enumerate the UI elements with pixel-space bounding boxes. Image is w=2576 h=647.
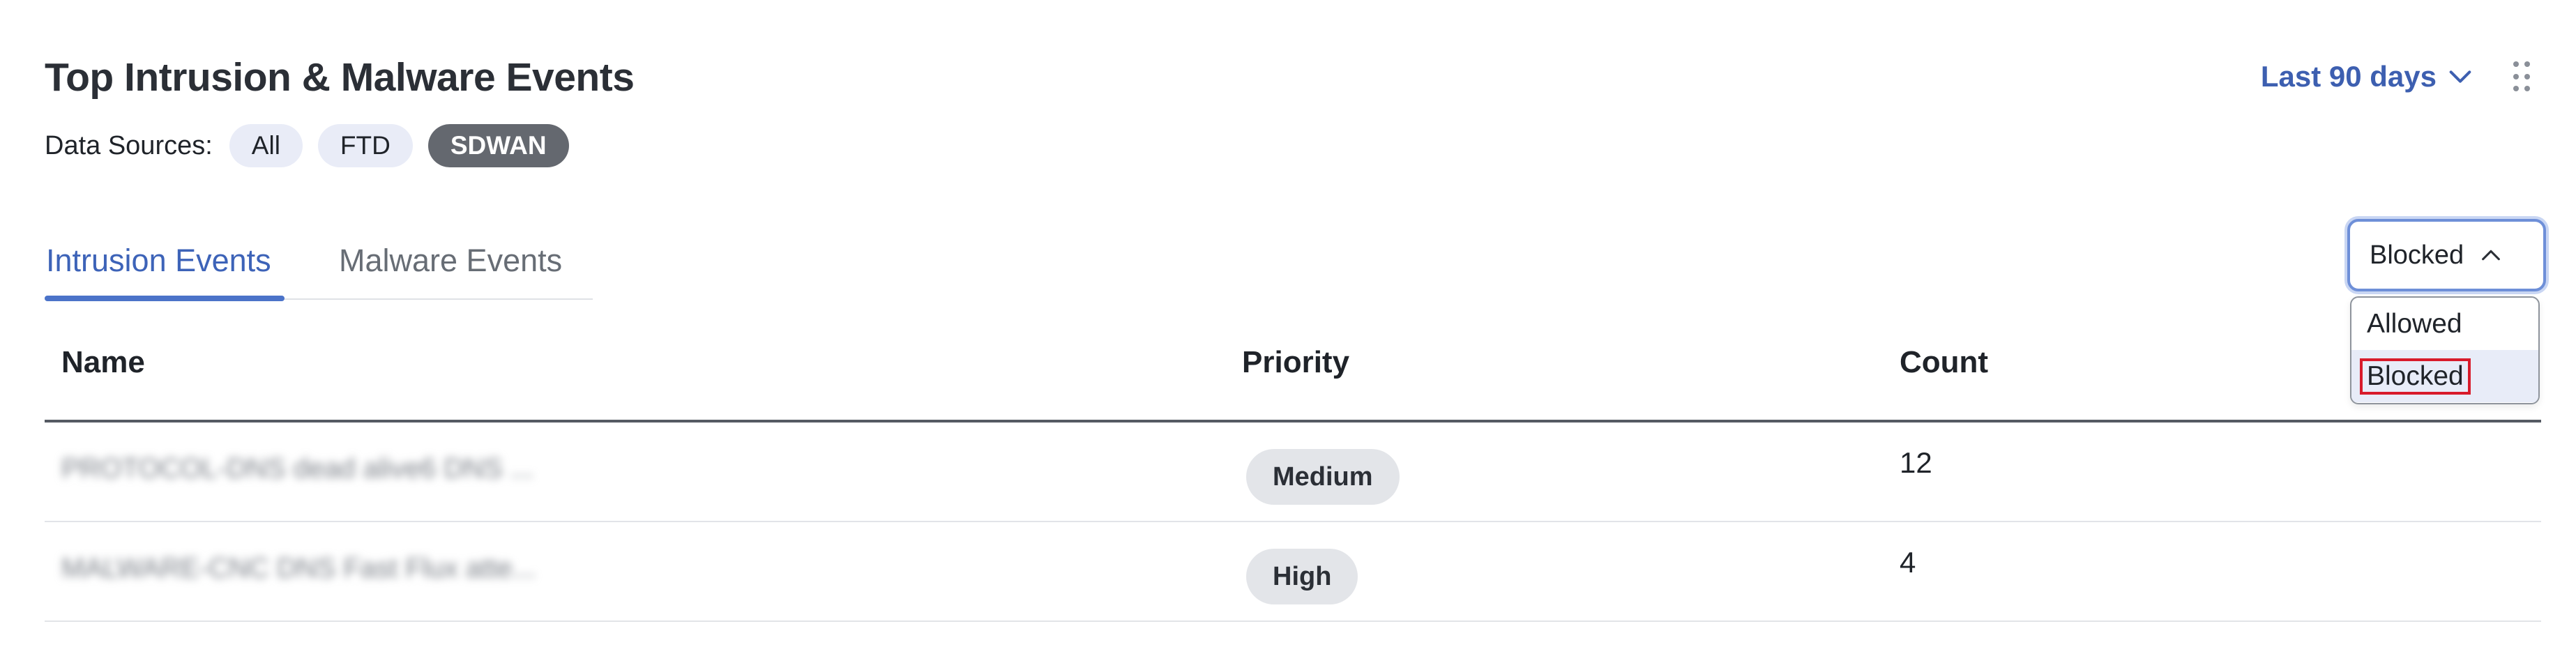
drag-handle-icon[interactable] <box>2513 61 2534 93</box>
date-range-label: Last 90 days <box>2260 60 2437 93</box>
priority-badge: High <box>1246 549 1358 604</box>
event-tabs: Intrusion Events Malware Events <box>45 223 593 301</box>
option-blocked[interactable]: Blocked <box>2351 350 2538 402</box>
chip-ftd[interactable]: FTD <box>317 124 413 167</box>
data-sources-label: Data Sources: <box>45 130 213 160</box>
data-sources-row: Data Sources: All FTD SDWAN <box>45 124 584 167</box>
events-table: Name Priority Count PROTOCOL-DNS dead al… <box>45 328 2541 622</box>
table-header: Name Priority Count <box>45 328 2541 423</box>
chevron-up-icon <box>2482 250 2501 261</box>
table-row[interactable]: PROTOCOL-DNS dead alive6 DNS ... Medium … <box>45 423 2541 522</box>
column-header-count[interactable]: Count <box>1900 345 1988 380</box>
table-row[interactable]: MALWARE-CNC DNS Fast Flux atte... High 4 <box>45 522 2541 622</box>
chip-all[interactable]: All <box>229 124 303 167</box>
event-name: MALWARE-CNC DNS Fast Flux atte... <box>61 553 536 584</box>
event-count: 12 <box>1900 446 1932 479</box>
chip-sdwan[interactable]: SDWAN <box>427 124 569 167</box>
column-header-name[interactable]: Name <box>61 345 145 380</box>
action-filter-value: Blocked <box>2370 240 2464 270</box>
event-count: 4 <box>1900 546 1916 579</box>
active-tab-indicator <box>45 296 285 301</box>
date-range-dropdown[interactable]: Last 90 days <box>2261 60 2474 93</box>
column-header-priority[interactable]: Priority <box>1242 345 1349 380</box>
event-name: PROTOCOL-DNS dead alive6 DNS ... <box>61 453 534 484</box>
priority-badge: Medium <box>1246 449 1400 505</box>
option-allowed[interactable]: Allowed <box>2351 298 2538 350</box>
tab-intrusion-events[interactable]: Intrusion Events <box>46 243 271 279</box>
chevron-down-icon <box>2449 70 2471 83</box>
action-filter-select[interactable]: Blocked <box>2347 219 2546 291</box>
tab-malware-events[interactable]: Malware Events <box>339 243 562 279</box>
page-title: Top Intrusion & Malware Events <box>45 55 635 100</box>
action-filter-menu: Allowed Blocked <box>2350 296 2540 404</box>
